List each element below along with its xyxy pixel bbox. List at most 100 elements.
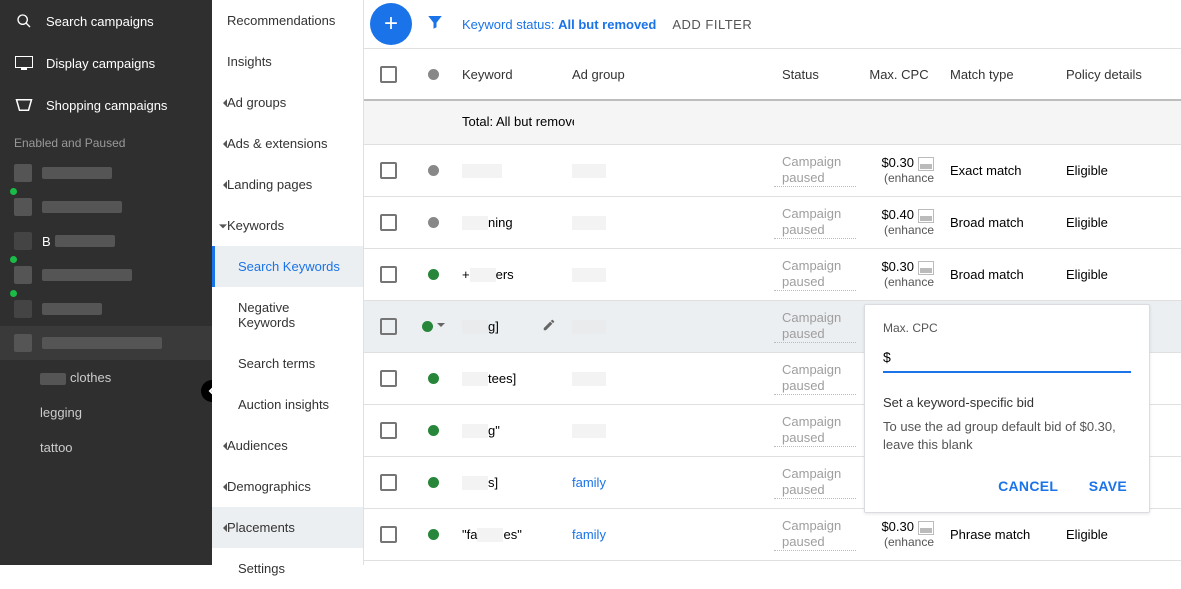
adgroup-cell [564, 163, 774, 179]
nav-settings[interactable]: Settings [212, 548, 363, 589]
select-all-checkbox[interactable] [380, 66, 397, 83]
row-checkbox[interactable] [380, 318, 397, 335]
campaign-icon [14, 232, 32, 250]
max-cpc-editor: Max. CPC $ Set a keyword-specific bid To… [864, 304, 1150, 513]
nav-ad-groups[interactable]: Ad groups [212, 82, 363, 123]
row-checkbox[interactable] [380, 266, 397, 283]
cpc-cell[interactable]: $0.30(enhance [856, 260, 942, 289]
nav-landing-pages[interactable]: Landing pages [212, 164, 363, 205]
status-dot-icon [422, 321, 433, 332]
keyword-cell: g" [454, 423, 564, 439]
filter-chip[interactable]: Keyword status: All but removed [462, 17, 656, 32]
campaign-nav: Search campaigns Display campaigns Shopp… [0, 0, 212, 565]
popover-msg-primary: Set a keyword-specific bid [883, 395, 1131, 410]
keyword-cell: g] [454, 318, 564, 335]
page-nav: Recommendations Insights Ad groups Ads &… [212, 0, 364, 565]
col-maxcpc[interactable]: Max. CPC [856, 67, 942, 82]
status-dot-icon [428, 477, 439, 488]
adgroup-link[interactable]: legging [0, 395, 212, 430]
status-cell: Campaignpaused [774, 414, 856, 446]
nav-label: Shopping campaigns [46, 98, 167, 113]
adgroup-link[interactable]: family [572, 475, 606, 490]
row-checkbox[interactable] [380, 162, 397, 179]
campaign-label: B [42, 234, 51, 249]
cpc-cell[interactable]: $0.40(enhance [856, 208, 942, 237]
row-checkbox[interactable] [380, 526, 397, 543]
campaign-icon [14, 164, 32, 182]
cancel-button[interactable]: CANCEL [994, 472, 1062, 500]
filter-icon[interactable] [426, 13, 444, 36]
col-keyword[interactable]: Keyword [454, 67, 564, 82]
campaign-item[interactable]: B [0, 224, 212, 258]
nav-placements[interactable]: Placements [212, 507, 363, 548]
row-checkbox[interactable] [380, 370, 397, 387]
nav-search-campaigns[interactable]: Search campaigns [0, 0, 212, 42]
col-policy[interactable]: Policy details [1058, 67, 1154, 82]
status-dot-icon [428, 217, 439, 228]
popover-title: Max. CPC [883, 321, 1131, 335]
status-dot-icon [428, 373, 439, 384]
table-row[interactable]: Campaignpaused$0.30(enhanceExact matchEl… [364, 145, 1181, 197]
adgroup-link[interactable]: family [572, 527, 606, 542]
col-adgroup[interactable]: Ad group [564, 67, 774, 82]
row-checkbox[interactable] [380, 214, 397, 231]
adgroup-cell: family [564, 475, 774, 490]
nav-demographics[interactable]: Demographics [212, 466, 363, 507]
match-cell: Broad match [942, 215, 1058, 230]
campaign-item[interactable] [0, 190, 212, 224]
match-cell: Broad match [942, 267, 1058, 282]
status-cell: Campaignpaused [774, 258, 856, 290]
nav-recommendations[interactable]: Recommendations [212, 0, 363, 41]
shopping-icon [14, 96, 34, 114]
status-dot-icon [428, 165, 439, 176]
nav-search-keywords[interactable]: Search Keywords [212, 246, 363, 287]
nav-ads-extensions[interactable]: Ads & extensions [212, 123, 363, 164]
nav-insights[interactable]: Insights [212, 41, 363, 82]
cpc-cell[interactable]: $0.30(enhance [856, 520, 942, 549]
nav-keywords[interactable]: Keywords [212, 205, 363, 246]
nav-display-campaigns[interactable]: Display campaigns [0, 42, 212, 84]
keyword-cell: +ers [454, 267, 564, 283]
cpc-cell[interactable]: $0.30(enhance [856, 156, 942, 185]
nav-shopping-campaigns[interactable]: Shopping campaigns [0, 84, 212, 126]
add-keyword-button[interactable]: + [370, 3, 412, 45]
campaign-item[interactable] [0, 292, 212, 326]
campaign-icon [14, 334, 32, 352]
keyword-cell: ning [454, 215, 564, 231]
campaign-item[interactable] [0, 258, 212, 292]
nav-label: Display campaigns [46, 56, 155, 71]
add-filter-button[interactable]: ADD FILTER [672, 17, 752, 32]
dropdown-icon[interactable] [437, 323, 445, 331]
adgroup-link[interactable]: clothes [0, 360, 212, 395]
nav-auction-insights[interactable]: Auction insights [212, 384, 363, 425]
col-matchtype[interactable]: Match type [942, 67, 1058, 82]
status-dot-icon [428, 529, 439, 540]
edit-icon[interactable] [542, 318, 556, 335]
image-icon [918, 157, 934, 171]
nav-negative-keywords[interactable]: Negative Keywords [212, 287, 363, 343]
table-row[interactable]: "faes"familyCampaignpaused$0.30(enhanceP… [364, 509, 1181, 561]
row-checkbox[interactable] [380, 474, 397, 491]
match-cell: Phrase match [942, 527, 1058, 542]
campaign-item-selected[interactable] [0, 326, 212, 360]
search-icon [14, 12, 34, 30]
adgroup-cell: family [564, 527, 774, 542]
keyword-cell: "faes" [454, 527, 564, 543]
adgroup-cell [564, 423, 774, 439]
table-row[interactable]: +ers Campaignpaused$0.30(enhanceBroad ma… [364, 249, 1181, 301]
nav-audiences[interactable]: Audiences [212, 425, 363, 466]
cpc-input[interactable] [897, 349, 1131, 365]
row-checkbox[interactable] [380, 422, 397, 439]
col-status[interactable]: Status [774, 67, 856, 82]
nav-search-terms[interactable]: Search terms [212, 343, 363, 384]
policy-cell: Eligible [1058, 267, 1154, 282]
adgroup-link[interactable]: tattoo [0, 430, 212, 465]
total-label: Total: All but removed keyw… [462, 114, 574, 129]
table-row[interactable]: ning Campaignpaused$0.40(enhanceBroad ma… [364, 197, 1181, 249]
campaign-item[interactable] [0, 156, 212, 190]
campaign-icon [14, 198, 32, 216]
popover-msg-secondary: To use the ad group default bid of $0.30… [883, 418, 1131, 454]
save-button[interactable]: SAVE [1085, 472, 1131, 500]
status-cell: Campaignpaused [774, 154, 856, 186]
status-cell: Campaignpaused [774, 206, 856, 238]
